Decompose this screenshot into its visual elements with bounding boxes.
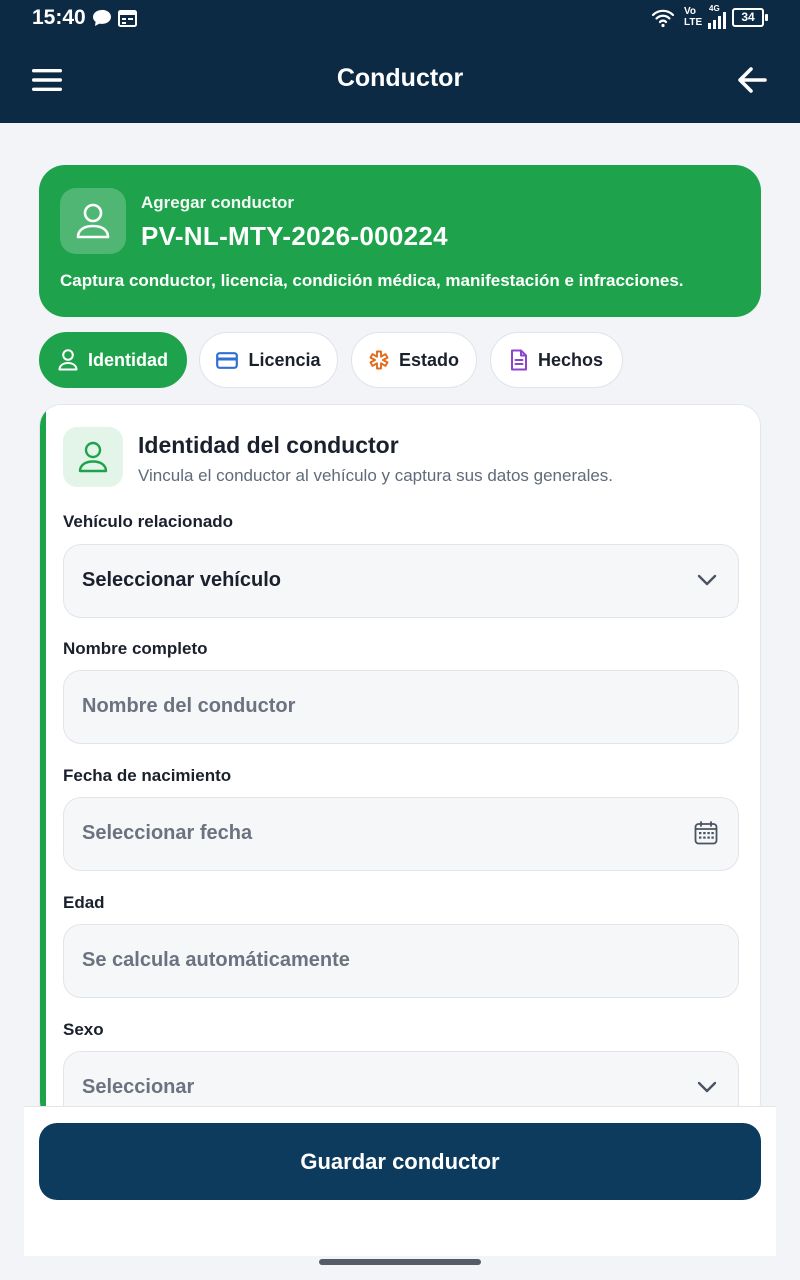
card-accent-bar: [40, 405, 46, 1123]
wifi-icon: [651, 8, 675, 33]
section-subtitle: Vincula el conductor al vehículo y captu…: [138, 466, 614, 485]
save-driver-button[interactable]: Guardar conductor: [39, 1123, 761, 1200]
header-banner: Agregar conductor PV-NL-MTY-2026-000224 …: [39, 165, 761, 317]
name-input[interactable]: Nombre del conductor: [63, 670, 739, 744]
medical-asterisk-icon: [369, 350, 389, 370]
sex-select-placeholder: Seleccionar: [82, 1076, 195, 1098]
name-label: Nombre completo: [63, 639, 208, 658]
banner-description: Captura conductor, licencia, condición m…: [60, 271, 684, 290]
identity-card: Identidad del conductor Vincula el condu…: [39, 404, 761, 1124]
banner-folio: PV-NL-MTY-2026-000224: [141, 221, 448, 251]
network-type: Vo LTE: [684, 6, 703, 28]
signal-icon: [707, 12, 727, 34]
save-button-label: Guardar conductor: [300, 1148, 500, 1174]
calendar-notification-icon: [118, 9, 137, 32]
top-bar: 15:40 Vo LTE 4G 34 Conductor: [0, 0, 800, 123]
banner-subtitle: Agregar conductor: [141, 193, 295, 212]
tab-label: Hechos: [537, 349, 604, 370]
tab-hechos[interactable]: Hechos: [490, 332, 623, 388]
section-icon-box: [63, 427, 123, 487]
birthdate-picker[interactable]: Seleccionar fecha: [63, 797, 739, 871]
card-icon: [216, 351, 239, 369]
birthdate-placeholder: Seleccionar fecha: [82, 822, 253, 844]
tab-label: Estado: [398, 349, 459, 370]
birthdate-label: Fecha de nacimiento: [63, 766, 232, 785]
vehicle-label: Vehículo relacionado: [63, 512, 234, 531]
page-title: Conductor: [336, 64, 464, 92]
calendar-icon[interactable]: [694, 821, 718, 850]
arrow-left-icon[interactable]: [736, 64, 768, 96]
name-input-placeholder: Nombre del conductor: [82, 695, 296, 717]
tab-licencia[interactable]: Licencia: [199, 332, 338, 388]
chat-bubble-icon: [92, 9, 112, 32]
user-icon: [58, 349, 78, 371]
vehicle-select-value: Seleccionar vehículo: [82, 569, 281, 591]
user-icon: [78, 441, 108, 473]
age-placeholder: Se calcula automáticamente: [82, 949, 350, 971]
sex-label: Sexo: [63, 1020, 104, 1039]
status-bar: 15:40 Vo LTE 4G 34: [0, 0, 800, 40]
document-icon: [510, 349, 527, 371]
tab-label: Identidad: [88, 349, 168, 370]
user-icon: [76, 203, 110, 239]
tab-identidad[interactable]: Identidad: [39, 332, 187, 388]
status-time: 15:40: [32, 6, 86, 29]
chevron-down-icon: [696, 1076, 718, 1103]
tab-estado[interactable]: Estado: [351, 332, 477, 388]
chevron-down-icon: [696, 569, 718, 596]
age-label: Edad: [63, 893, 105, 912]
avatar: [60, 188, 126, 254]
tab-label: Licencia: [248, 349, 321, 370]
section-title: Identidad del conductor: [138, 432, 399, 458]
battery-indicator: 34: [732, 8, 768, 27]
age-field: Se calcula automáticamente: [63, 924, 739, 998]
vehicle-select[interactable]: Seleccionar vehículo: [63, 544, 739, 618]
home-indicator[interactable]: [319, 1259, 481, 1265]
